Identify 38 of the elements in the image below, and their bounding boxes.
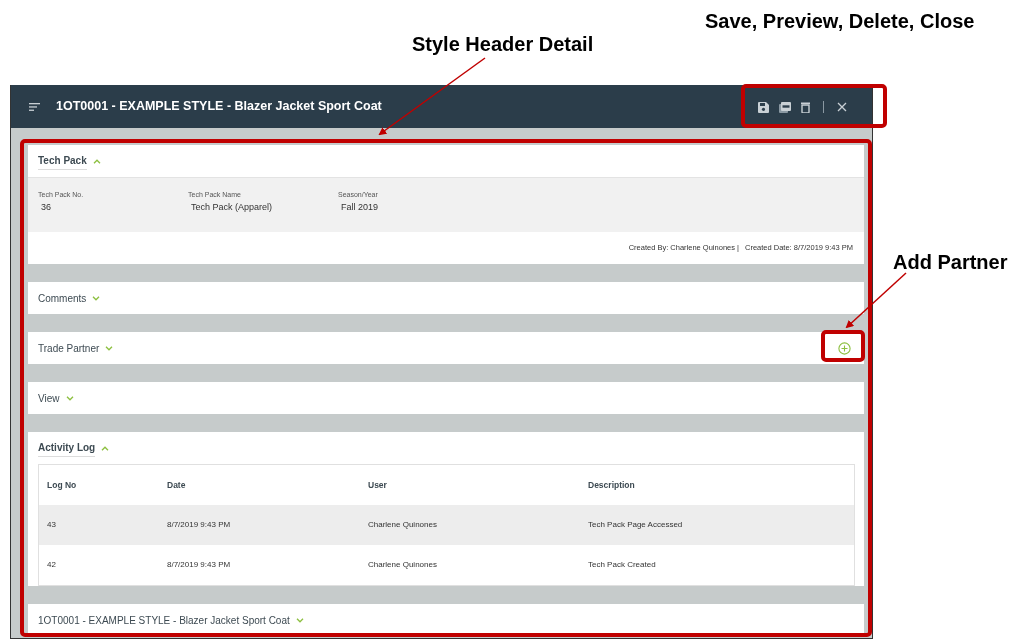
table-cell-text: Charlene Quinones — [367, 519, 438, 531]
table-cell-text: Charlene Quinones — [367, 559, 438, 571]
table-cell-text: 43 — [46, 519, 57, 531]
section-title[interactable]: View — [38, 390, 60, 406]
field-value: Fall 2019 — [340, 200, 380, 214]
window-title: 1OT0001 - EXAMPLE STYLE - Blazer Jacket Sport Coat — [56, 98, 382, 116]
expand-icon[interactable] — [92, 295, 101, 301]
table-cell-text: Tech Pack Page Accessed — [587, 519, 683, 531]
callout-label: Add Partner — [893, 250, 1008, 275]
add-button[interactable] — [838, 340, 851, 356]
menu-icon[interactable] — [29, 102, 40, 111]
table-cell-text: Tech Pack Created — [587, 559, 656, 571]
pdf-icon — [779, 101, 791, 113]
trash-icon — [801, 101, 810, 113]
column-header: Description — [587, 478, 635, 492]
callout-arrow — [845, 272, 907, 329]
section-title[interactable]: Tech Pack — [38, 152, 87, 170]
column-header: User — [367, 478, 388, 492]
expand-icon[interactable] — [295, 617, 304, 623]
table-cell-text: 42 — [46, 559, 57, 571]
collapse-icon[interactable] — [92, 158, 101, 164]
callout-label: Save, Preview, Delete, Close — [705, 9, 975, 34]
close-icon — [837, 102, 847, 113]
section-title[interactable]: Trade Partner — [38, 340, 100, 356]
collapse-icon[interactable] — [101, 445, 110, 451]
section-title[interactable]: 1OT0001 - EXAMPLE STYLE - Blazer Jacket Sport Coat — [38, 612, 290, 628]
field-value: 36 — [40, 200, 52, 214]
field-value: Tech Pack (Apparel) — [190, 200, 274, 214]
column-header: Date — [166, 478, 187, 492]
table-cell-text: 8/7/2019 9:43 PM — [166, 519, 232, 531]
save-icon — [758, 101, 769, 113]
callout-label: Style Header Detail — [412, 32, 594, 57]
column-header: Log No — [46, 478, 78, 492]
section-title[interactable]: Activity Log — [38, 439, 96, 457]
section-title[interactable]: Comments — [38, 290, 87, 306]
table-cell-text: 8/7/2019 9:43 PM — [166, 559, 232, 571]
expand-icon[interactable] — [65, 395, 74, 401]
expand-icon[interactable] — [105, 345, 114, 351]
